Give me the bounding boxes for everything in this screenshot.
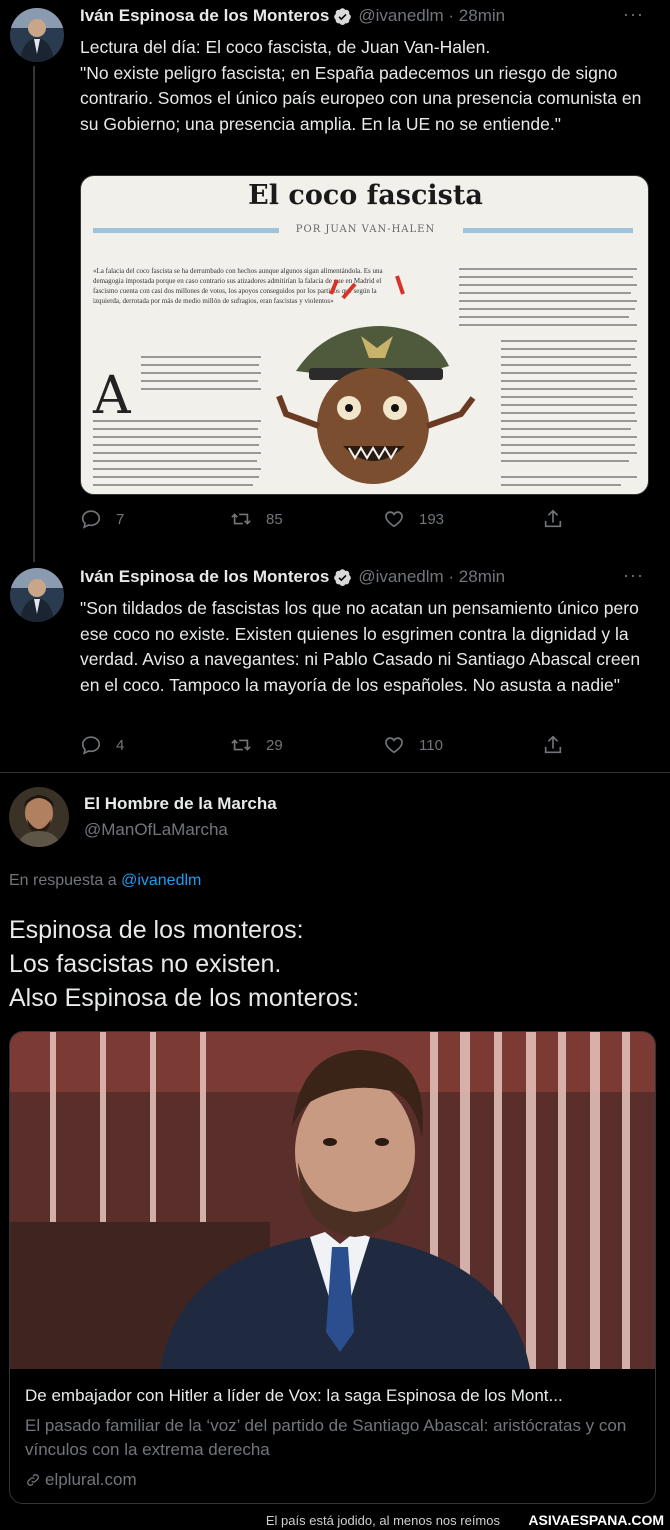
reply-count: 7 bbox=[116, 510, 125, 528]
article-body-columns bbox=[93, 268, 637, 486]
reply-button[interactable]: 7 bbox=[80, 508, 124, 530]
author-handle[interactable]: @ManOfLaMarcha bbox=[84, 820, 228, 840]
like-count: 193 bbox=[419, 510, 445, 528]
thread-connector bbox=[33, 66, 35, 562]
share-icon bbox=[544, 735, 562, 754]
tweet-actions: 4 29 110 bbox=[80, 734, 580, 764]
in-reply-to: En respuesta a @ivanedlm bbox=[9, 872, 201, 890]
verified-badge-icon bbox=[334, 7, 352, 25]
retweet-button[interactable]: 85 bbox=[230, 508, 283, 530]
avatar[interactable] bbox=[10, 8, 64, 62]
verified-badge-icon bbox=[334, 568, 352, 586]
more-options-icon[interactable]: ··· bbox=[623, 4, 644, 25]
author-name[interactable]: El Hombre de la Marcha bbox=[84, 794, 277, 814]
avatar[interactable] bbox=[9, 787, 69, 847]
like-button[interactable]: 193 bbox=[383, 508, 444, 530]
divider bbox=[0, 772, 670, 773]
reply-icon bbox=[81, 510, 101, 529]
footer-watermark: El país está jodido, al menos nos reímos… bbox=[0, 1510, 670, 1530]
heart-icon bbox=[385, 511, 403, 528]
retweet-icon bbox=[231, 739, 251, 751]
link-card[interactable]: De embajador con Hitler a líder de Vox: … bbox=[9, 1031, 656, 1504]
reply-count: 4 bbox=[116, 736, 125, 754]
reply-icon bbox=[81, 736, 101, 755]
reply-button[interactable]: 4 bbox=[80, 734, 124, 756]
retweet-count: 29 bbox=[266, 736, 283, 754]
retweet-count: 85 bbox=[266, 510, 283, 528]
more-options-icon[interactable]: ··· bbox=[623, 565, 644, 586]
card-photo bbox=[10, 1032, 655, 1369]
share-button[interactable] bbox=[542, 508, 578, 530]
tweet-text: Lectura del día: El coco fascista, de Ju… bbox=[80, 37, 642, 134]
author-name[interactable]: Iván Espinosa de los Monteros bbox=[80, 567, 329, 587]
reply-text: Espinosa de los monteros: Los fascistas … bbox=[9, 916, 360, 1012]
card-description: El pasado familiar de la ‘voz’ del parti… bbox=[25, 1416, 627, 1459]
tweet-actions: 7 85 193 bbox=[80, 508, 580, 538]
like-count: 110 bbox=[419, 736, 443, 754]
card-domain-text: elplural.com bbox=[45, 1470, 137, 1489]
retweet-icon bbox=[231, 513, 251, 525]
in-reply-handle-link[interactable]: @ivanedlm bbox=[121, 872, 201, 889]
heart-icon bbox=[385, 737, 403, 754]
cartoon-illustration bbox=[276, 275, 476, 484]
like-button[interactable]: 110 bbox=[383, 734, 443, 756]
author-name[interactable]: Iván Espinosa de los Monteros bbox=[80, 6, 329, 26]
in-reply-prefix: En respuesta a bbox=[9, 872, 117, 889]
handle-and-time[interactable]: @ivanedlm · 28min bbox=[358, 6, 505, 26]
card-domain[interactable]: elplural.com bbox=[25, 1470, 137, 1490]
share-icon bbox=[544, 509, 562, 528]
tweet-header: Iván Espinosa de los Monteros @ivanedlm … bbox=[80, 567, 505, 587]
retweet-button[interactable]: 29 bbox=[230, 734, 283, 756]
share-button[interactable] bbox=[542, 734, 578, 756]
handle-and-time[interactable]: @ivanedlm · 28min bbox=[358, 567, 505, 587]
footer-tagline: El país está jodido, al menos nos reímos bbox=[265, 1513, 500, 1528]
link-icon bbox=[27, 1474, 39, 1486]
tweet-header: Iván Espinosa de los Monteros @ivanedlm … bbox=[80, 6, 505, 26]
footer-site[interactable]: ASIVAESPANA.COM bbox=[528, 1512, 664, 1528]
avatar[interactable] bbox=[10, 568, 64, 622]
tweet-text: "Son tildados de fascistas los que no ac… bbox=[80, 598, 645, 695]
card-title[interactable]: De embajador con Hitler a líder de Vox: … bbox=[25, 1386, 645, 1406]
article-image[interactable]: El coco fascista POR JUAN VAN-HALEN «La … bbox=[80, 175, 649, 495]
